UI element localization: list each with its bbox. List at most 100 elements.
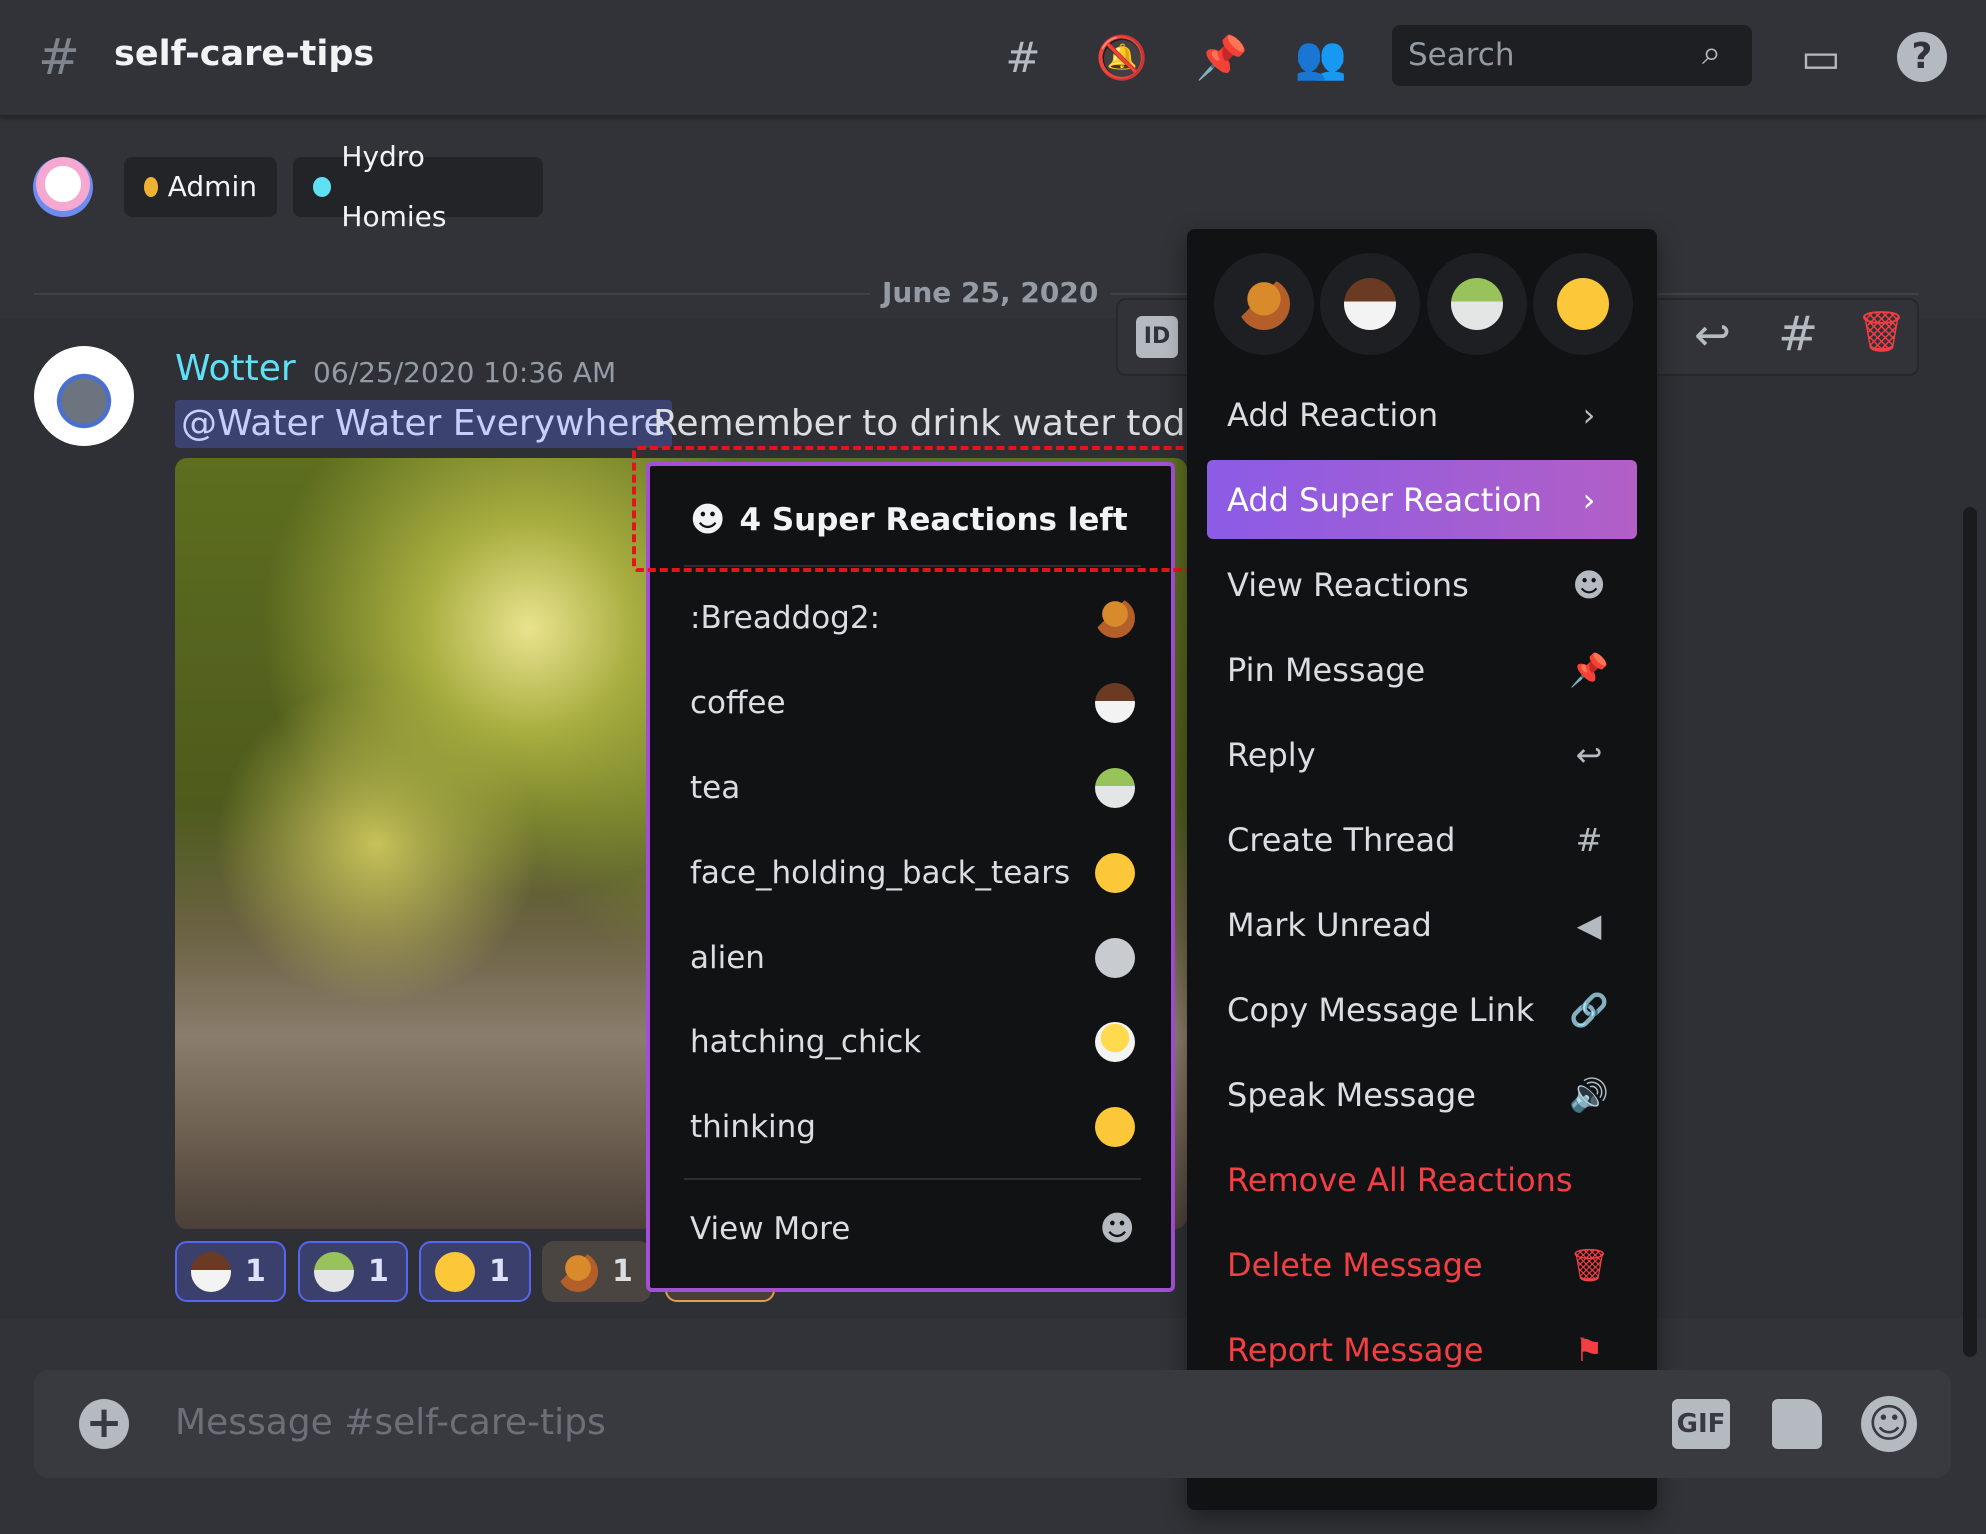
- role-tag-admin[interactable]: Admin: [124, 157, 277, 217]
- menu-item-label: Delete Message: [1227, 1245, 1483, 1284]
- reaction-eevee[interactable]: 1: [542, 1241, 651, 1302]
- quick-reaction-tea[interactable]: [1427, 253, 1527, 355]
- super-item-hatching-chick[interactable]: hatching_chick: [690, 1002, 1135, 1082]
- menu-item-pin-message[interactable]: Pin Message 📌: [1207, 630, 1637, 709]
- user-avatar-small[interactable]: [33, 157, 93, 217]
- super-item-thinking[interactable]: thinking: [690, 1087, 1135, 1167]
- menu-item-speak-message[interactable]: Speak Message 🔊: [1207, 1055, 1637, 1134]
- pin-icon[interactable]: 📌: [1194, 30, 1250, 86]
- item-label: alien: [690, 940, 765, 976]
- reaction-count: 1: [245, 1254, 266, 1289]
- message-input-placeholder: Message #self-care-tips: [175, 1402, 606, 1443]
- menu-item-label: Pin Message: [1227, 650, 1426, 689]
- message-composer[interactable]: + Message #self-care-tips GIF ☺: [34, 1370, 1951, 1478]
- reply-icon: ↩: [1575, 735, 1603, 774]
- view-more-button[interactable]: View More ☻: [690, 1189, 1135, 1269]
- super-item-coffee[interactable]: coffee: [690, 663, 1135, 743]
- item-label: tea: [690, 770, 741, 806]
- super-item-tea[interactable]: tea: [690, 748, 1135, 828]
- emoji-picker-icon[interactable]: ☺: [1861, 1396, 1917, 1452]
- menu-item-view-reactions[interactable]: View Reactions ☻: [1207, 545, 1637, 624]
- eevee-emoji-icon: [558, 1251, 598, 1292]
- super-item-breaddog2[interactable]: :Breaddog2:: [690, 578, 1135, 658]
- threads-icon[interactable]: #: [995, 30, 1051, 86]
- menu-item-create-thread[interactable]: Create Thread #: [1207, 800, 1637, 879]
- reactions-icon: ☻: [1572, 565, 1606, 604]
- trash-icon[interactable]: 🗑: [1856, 308, 1907, 355]
- quick-reaction-coffee[interactable]: [1320, 253, 1420, 355]
- quick-reaction-face-holding-back-tears[interactable]: [1533, 253, 1633, 355]
- super-item-face-holding-back-tears[interactable]: face_holding_back_tears: [690, 833, 1135, 913]
- menu-item-add-reaction[interactable]: Add Reaction ›: [1207, 375, 1637, 454]
- date-divider-label: June 25, 2020: [870, 276, 1111, 309]
- reply-icon[interactable]: ↩: [1694, 310, 1731, 361]
- menu-item-label: Report Message: [1227, 1330, 1484, 1369]
- quick-reaction-breaddog[interactable]: [1214, 253, 1314, 355]
- message-timestamp: 06/25/2020 10:36 AM: [313, 356, 617, 389]
- menu-item-reply[interactable]: Reply ↩: [1207, 715, 1637, 794]
- breaddog-emoji-icon: [1095, 598, 1135, 638]
- gif-button[interactable]: GIF: [1672, 1399, 1730, 1449]
- speaker-icon: 🔊: [1569, 1075, 1609, 1114]
- search-icon: ⌕: [1702, 33, 1722, 73]
- reaction-count: 1: [612, 1254, 633, 1289]
- face-holding-back-tears-emoji-icon: [1557, 278, 1609, 330]
- menu-item-label: Mark Unread: [1227, 905, 1432, 944]
- tea-emoji-icon: [314, 1251, 354, 1292]
- divider: [684, 1178, 1141, 1180]
- menu-item-label: Reply: [1227, 735, 1316, 774]
- reaction-thinking[interactable]: 1: [419, 1241, 531, 1302]
- menu-item-label: Add Reaction: [1227, 395, 1439, 434]
- tea-emoji-icon: [1095, 768, 1135, 808]
- menu-item-label: Copy Message Link: [1227, 990, 1535, 1029]
- reaction-count: 1: [368, 1254, 389, 1289]
- help-icon[interactable]: ?: [1897, 32, 1947, 82]
- members-icon[interactable]: 👥: [1293, 30, 1349, 86]
- item-label: coffee: [690, 685, 786, 721]
- item-label: View More: [690, 1211, 851, 1247]
- coffee-emoji-icon: [1095, 683, 1135, 723]
- sticker-icon[interactable]: [1772, 1399, 1822, 1449]
- copy-id-icon[interactable]: ID: [1136, 316, 1178, 358]
- tea-emoji-icon: [1451, 278, 1503, 330]
- inbox-icon[interactable]: ▭: [1793, 30, 1849, 86]
- alien-emoji-icon: [1095, 938, 1135, 978]
- link-icon: 🔗: [1569, 990, 1609, 1029]
- role-dot: [144, 177, 158, 197]
- reaction-tea[interactable]: 1: [298, 1241, 408, 1302]
- reaction-coffee[interactable]: 1: [175, 1241, 286, 1302]
- role-dot: [313, 177, 332, 197]
- role-label: Admin: [167, 170, 257, 203]
- item-label: thinking: [690, 1109, 816, 1145]
- menu-item-remove-all-reactions[interactable]: Remove All Reactions: [1207, 1140, 1637, 1219]
- author-name[interactable]: Wotter: [175, 348, 296, 389]
- thread-icon: #: [1575, 820, 1603, 859]
- author-avatar[interactable]: [34, 346, 134, 446]
- scrollbar[interactable]: [1963, 507, 1977, 1357]
- upload-plus-icon[interactable]: +: [79, 1399, 129, 1449]
- search-input[interactable]: Search ⌕: [1392, 25, 1752, 86]
- thread-icon[interactable]: #: [1778, 306, 1818, 362]
- breaddog-emoji-icon: [1238, 278, 1290, 330]
- search-placeholder: Search: [1408, 37, 1515, 73]
- super-item-alien[interactable]: alien: [690, 918, 1135, 998]
- menu-item-add-super-reaction[interactable]: Add Super Reaction ›: [1207, 460, 1637, 539]
- menu-item-delete-message[interactable]: Delete Message 🗑: [1207, 1225, 1637, 1304]
- menu-item-label: Remove All Reactions: [1227, 1160, 1573, 1199]
- pin-icon: 📌: [1569, 650, 1609, 689]
- reaction-count: 1: [489, 1254, 510, 1289]
- face-holding-back-tears-emoji-icon: [1095, 853, 1135, 893]
- message-text: Remember to drink water today: [653, 403, 1188, 444]
- thinking-emoji-icon: [435, 1251, 475, 1292]
- super-reaction-submenu: ☻ 4 Super Reactions left :Breaddog2: cof…: [646, 462, 1175, 1292]
- user-mention[interactable]: @Water Water Everywhere: [175, 400, 672, 448]
- role-tag-hydro-homies[interactable]: Hydro Homies: [293, 140, 543, 233]
- menu-item-label: Create Thread: [1227, 820, 1456, 859]
- menu-item-mark-unread[interactable]: Mark Unread ◀: [1207, 885, 1637, 964]
- coffee-emoji-icon: [191, 1251, 231, 1292]
- menu-item-copy-message-link[interactable]: Copy Message Link 🔗: [1207, 970, 1637, 1049]
- role-label: Hydro Homies: [341, 140, 447, 233]
- message-context-menu: Add Reaction › Add Super Reaction › View Rea…: [1187, 229, 1657, 1510]
- mute-bell-icon[interactable]: 🔕: [1094, 30, 1150, 86]
- item-label: :Breaddog2:: [690, 600, 881, 636]
